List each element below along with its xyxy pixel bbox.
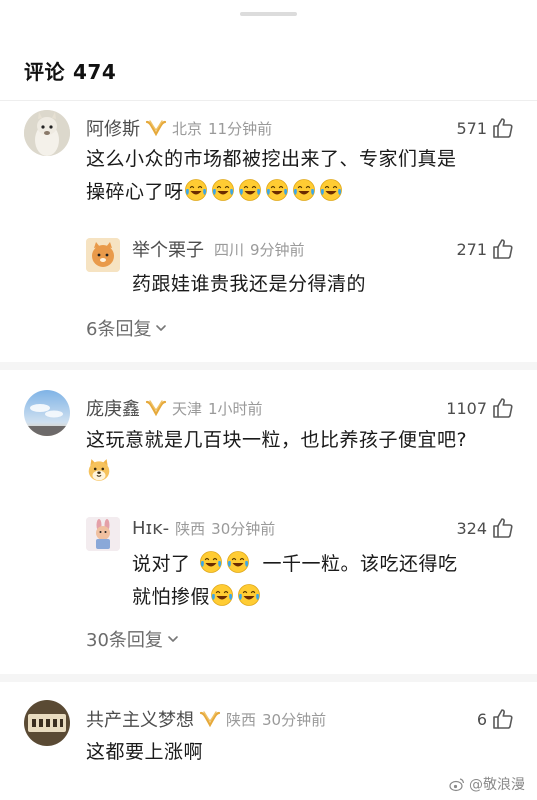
like-count: 571 [456,118,487,138]
username[interactable]: 共产主义梦想 [86,706,194,732]
reply-username[interactable]: Hɪᴋ- [132,518,169,539]
drag-handle[interactable] [240,12,297,16]
vip-badge-icon [198,709,222,729]
reply-text-part: 就怕掺假 [132,586,211,608]
location: 陕西 [226,710,257,729]
reply-like-count: 271 [456,239,487,259]
thumbs-up-icon[interactable] [491,116,515,140]
reply-text-part: 说对了 [132,553,191,575]
timestamp: 30分钟前 [262,710,327,729]
weibo-icon [449,776,465,792]
like-button[interactable]: 571 [456,115,515,141]
comment-divider [0,362,537,370]
laugh-cry-emoji [265,178,289,202]
comment-divider [0,674,537,682]
thumbs-up-icon[interactable] [491,516,515,540]
comment-text-line: 这么小众的市场都被挖出来了、专家们真是 [86,148,457,170]
comments-count: 474 [73,60,117,84]
comments-header: 评论 474 [24,56,116,85]
like-button[interactable]: 1107 [446,395,515,421]
reply-text-line: 就怕掺假 [132,581,512,614]
reply-text-part: 一千一粒。该吃还得吃 [262,553,458,575]
watermark-text: @敬浪漫 [469,777,525,793]
header-divider [0,100,537,101]
reply-avatar[interactable] [86,517,120,551]
location: 北京 [172,119,203,138]
comment-meta: 共产主义梦想 陕西 30分钟前 [86,706,326,732]
reply-like-button[interactable]: 324 [456,515,515,541]
avatar[interactable] [24,110,70,156]
comment-text-part: 操碎心了呀 [86,181,184,203]
laugh-cry-emoji [210,583,234,607]
more-replies-button[interactable]: 30条回复 [86,626,180,652]
reply-location: 四川 [214,240,245,259]
reply-text-line: 说对了 一千一粒。该吃还得吃 [132,548,512,581]
laugh-cry-emoji [292,178,316,202]
laugh-cry-emoji [199,550,223,574]
reply-timestamp: 9分钟前 [250,240,305,259]
like-button[interactable]: 6 [477,706,515,732]
reply-avatar[interactable] [86,238,120,272]
comment-text: 这玩意就是几百块一粒，也比养孩子便宜吧? [86,424,506,490]
comment-meta: 阿修斯 北京 11分钟前 [86,115,272,141]
comment-text-line: 这玩意就是几百块一粒，也比养孩子便宜吧? [86,429,468,451]
reply-location: 陕西 [175,519,206,538]
chevron-down-icon [166,632,180,646]
username[interactable]: 阿修斯 [86,115,140,141]
reply-like-count: 324 [456,518,487,538]
avatar[interactable] [24,700,70,746]
vip-badge-icon [144,398,168,418]
reply-text: 说对了 一千一粒。该吃还得吃 就怕掺假 [132,548,512,614]
laugh-cry-emoji [211,178,235,202]
thumbs-up-icon[interactable] [491,707,515,731]
doge-emoji [86,457,112,483]
comments-title: 评论 [24,60,65,84]
avatar[interactable] [24,390,70,436]
more-replies-label: 6条回复 [86,319,152,340]
reply-meta: 举个栗子 四川 9分钟前 [132,236,305,262]
comment-text-line [86,457,506,490]
location: 天津 [172,399,203,418]
laugh-cry-emoji [226,550,250,574]
vip-badge-icon [144,118,168,138]
comment-text-line: 操碎心了呀 [86,176,506,209]
watermark: @敬浪漫 [449,774,525,794]
laugh-cry-emoji [184,178,208,202]
thumbs-up-icon[interactable] [491,237,515,261]
laugh-cry-emoji [238,178,262,202]
reply-username[interactable]: 举个栗子 [132,236,204,262]
reply-meta: Hɪᴋ- 陕西 30分钟前 [132,515,275,541]
reply-timestamp: 30分钟前 [211,519,276,538]
like-count: 1107 [446,398,487,418]
comment-meta: 庞庚鑫 天津 1小时前 [86,395,263,421]
laugh-cry-emoji [237,583,261,607]
like-count: 6 [476,709,487,729]
more-replies-label: 30条回复 [86,630,163,651]
thumbs-up-icon[interactable] [491,396,515,420]
comment-text: 这么小众的市场都被挖出来了、专家们真是 操碎心了呀 [86,143,506,209]
timestamp: 11分钟前 [208,119,273,138]
laugh-cry-emoji [319,178,343,202]
username[interactable]: 庞庚鑫 [86,395,140,421]
timestamp: 1小时前 [208,399,263,418]
comment-text: 这都要上涨啊 [86,741,204,763]
reply-text: 药跟娃谁贵我还是分得清的 [132,273,367,295]
chevron-down-icon [154,321,168,335]
reply-like-button[interactable]: 271 [456,236,515,262]
more-replies-button[interactable]: 6条回复 [86,315,168,341]
